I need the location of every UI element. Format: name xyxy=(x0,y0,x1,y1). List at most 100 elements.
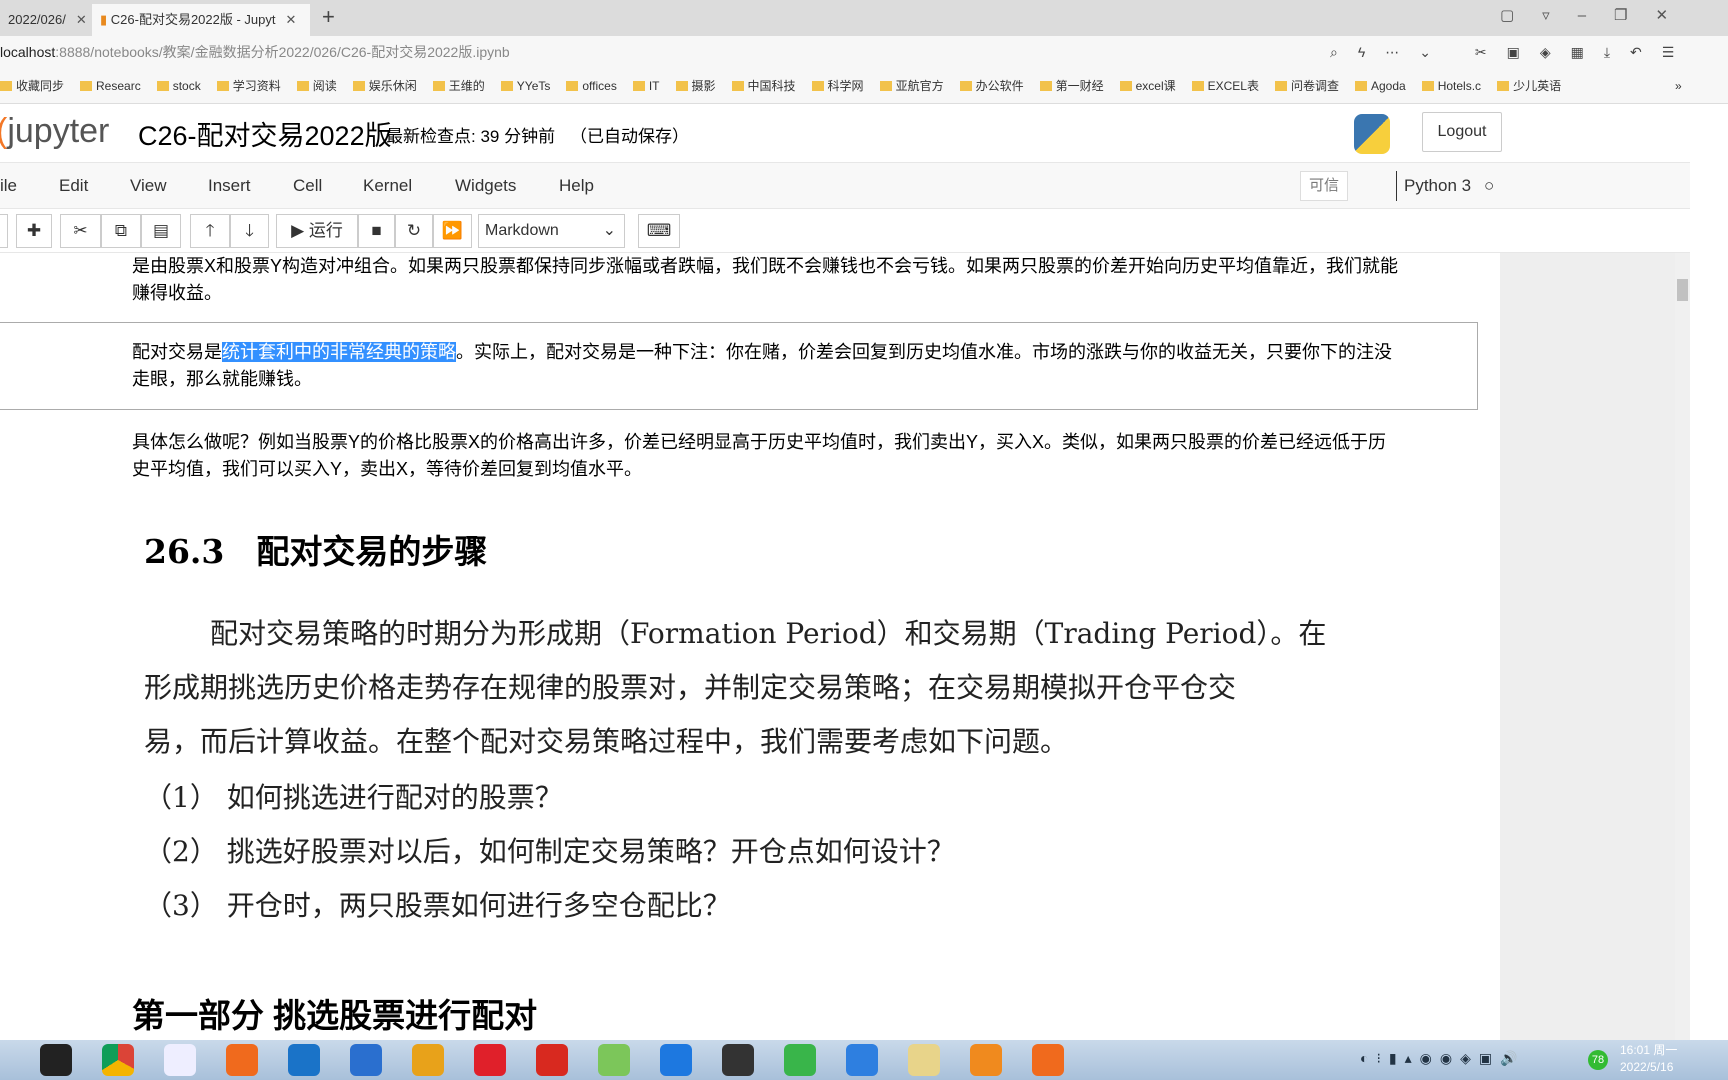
bookmark-label: 收藏同步 xyxy=(16,79,65,93)
paragraph-line: 走眼，那么就能赚钱。 xyxy=(132,369,312,389)
bookmark-item[interactable]: IT xyxy=(632,79,660,93)
menu-edit[interactable]: Edit xyxy=(59,176,88,196)
bookmark-item[interactable]: 摄影 xyxy=(675,79,716,93)
chevron-down-icon: ⌄ xyxy=(602,222,616,239)
notebook-title[interactable]: C26-配对交易2022版 xyxy=(138,114,392,153)
fast-forward-icon[interactable]: ⏩ xyxy=(433,214,472,248)
bookmark-item[interactable]: YYeTs xyxy=(500,79,550,93)
markdown-cell[interactable]: 是由股票X和股票Y构造对冲组合。如果两只股票都保持同步涨幅或者跌幅，我们既不会赚… xyxy=(132,253,1472,307)
copy-icon[interactable]: ⧉ xyxy=(101,214,141,248)
bookmark-item[interactable]: offices xyxy=(566,79,617,93)
text: 配对交易是 xyxy=(132,342,222,362)
qq-icon[interactable] xyxy=(40,1044,72,1076)
app-icon[interactable] xyxy=(226,1044,258,1076)
markdown-cell[interactable]: 具体怎么做呢？例如当股票Y的价格比股票X的价格高出许多，价差已经明显高于历史平均… xyxy=(132,429,1472,483)
netease-music-icon[interactable] xyxy=(474,1044,506,1076)
chrome-icon[interactable] xyxy=(102,1044,134,1076)
bookmark-item[interactable]: excel课 xyxy=(1119,79,1176,93)
bookmark-item[interactable]: EXCEL表 xyxy=(1191,79,1259,93)
move-up-icon[interactable]: 🡑 xyxy=(190,214,230,248)
bookmark-item[interactable]: 阅读 xyxy=(296,79,337,93)
window-controls[interactable]: ▢▿–❐✕ xyxy=(1500,6,1696,24)
question-item: （1） 如何挑选进行配对的股票？ xyxy=(144,781,563,814)
terminal-icon[interactable] xyxy=(722,1044,754,1076)
bookmark-label: 办公软件 xyxy=(975,79,1024,93)
bookmark-item[interactable]: 办公软件 xyxy=(959,79,1024,93)
move-down-icon[interactable]: 🡓 xyxy=(230,214,269,248)
cell-type-select[interactable]: Markdown ⌄ xyxy=(478,214,625,248)
bookmark-item[interactable]: 娱乐休闲 xyxy=(352,79,417,93)
folder-icon xyxy=(811,81,824,91)
logout-button[interactable]: Logout xyxy=(1422,112,1502,152)
bookmark-list: 收藏同步 Researc stock 学习资料 阅读 娱乐休闲 王维的 YYeTs office… xyxy=(0,79,1577,93)
app-icon[interactable] xyxy=(164,1044,196,1076)
bookmark-label: 学习资料 xyxy=(232,79,281,93)
bookmark-item[interactable]: 学习资料 xyxy=(216,79,281,93)
address-bar[interactable]: localhost:8888/notebooks/教案/金融数据分析2022/0… xyxy=(0,36,1728,68)
bookmark-item[interactable]: Agoda xyxy=(1355,79,1406,93)
app-icon[interactable] xyxy=(350,1044,382,1076)
browser-toolbar-icons[interactable]: ⌕ϟ⋯⌄ ✂▣◈▦⤓↶☰ xyxy=(1330,36,1694,68)
scrollbar-thumb[interactable] xyxy=(1677,279,1688,301)
menu-view[interactable]: View xyxy=(130,176,167,196)
insert-cell-button[interactable]: ✚ xyxy=(16,214,52,248)
clock[interactable]: 16:01 周一 2022/5/16 xyxy=(1620,1042,1677,1076)
bookmark-item[interactable]: 王维的 xyxy=(432,79,485,93)
bookmarks-more[interactable]: » xyxy=(1675,68,1682,103)
scrollbar[interactable] xyxy=(1675,253,1690,1040)
new-tab-button[interactable]: + xyxy=(322,4,335,30)
close-icon[interactable]: ✕ xyxy=(286,12,297,27)
bookmark-item[interactable]: 问卷调查 xyxy=(1274,79,1339,93)
bookmarks-bar: 收藏同步 Researc stock 学习资料 阅读 娱乐休闲 王维的 YYeTs office… xyxy=(0,68,1728,104)
app-icon[interactable] xyxy=(288,1044,320,1076)
markdown-cell[interactable]: 配对交易是统计套利中的非常经典的策略。实际上，配对交易是一种下注：你在赌，价差会… xyxy=(132,339,1472,393)
url-path: :8888/notebooks/教案/金融数据分析2022/026/C26-配对… xyxy=(55,44,510,60)
tray-badge[interactable]: 78 xyxy=(1588,1050,1608,1070)
part-heading: 第一部分 挑选股票进行配对 xyxy=(132,997,538,1034)
bookmark-item[interactable]: 少儿英语 xyxy=(1497,79,1561,93)
tab-active[interactable]: ▮ C26-配对交易2022版 - Jupyt ✕ xyxy=(92,4,310,36)
bookmark-label: Hotels.c xyxy=(1437,79,1482,93)
menu-cell[interactable]: Cell xyxy=(293,176,322,196)
menu-file[interactable]: ile xyxy=(0,176,17,196)
app-icon[interactable] xyxy=(598,1044,630,1076)
bookmark-item[interactable]: 收藏同步 xyxy=(0,79,64,93)
logo-text: jupyter xyxy=(7,112,110,150)
menu-kernel[interactable]: Kernel xyxy=(363,176,412,196)
bookmark-item[interactable]: 第一财经 xyxy=(1039,79,1104,93)
stop-icon[interactable]: ■ xyxy=(358,214,395,248)
system-tray-icons[interactable]: ◐⁝▮▴◉◉◈▣🔊 xyxy=(1360,1050,1526,1067)
menu-widgets[interactable]: Widgets xyxy=(455,176,516,196)
cut-icon[interactable]: ✂ xyxy=(60,214,101,248)
paragraph-line: 史平均值，我们可以买入Y，卖出X，等待价差回复到均值水平。 xyxy=(132,459,643,479)
menu-insert[interactable]: Insert xyxy=(208,176,251,196)
app-icon[interactable] xyxy=(846,1044,878,1076)
bookmark-label: 少儿英语 xyxy=(1513,79,1562,93)
app-icon[interactable] xyxy=(660,1044,692,1076)
app-icon[interactable] xyxy=(412,1044,444,1076)
paste-icon[interactable]: ▤ xyxy=(141,214,181,248)
tab-inactive[interactable]: 2022/026/ ✕ xyxy=(0,4,95,36)
wps-icon[interactable] xyxy=(536,1044,568,1076)
bookmark-item[interactable]: Hotels.c xyxy=(1421,79,1482,93)
run-button[interactable]: ▶ 运行 xyxy=(276,214,358,248)
close-icon[interactable]: ✕ xyxy=(76,12,87,27)
keyboard-icon[interactable]: ⌨ xyxy=(638,214,680,248)
restart-icon[interactable]: ↻ xyxy=(395,214,433,248)
bookmark-item[interactable]: stock xyxy=(156,79,201,93)
bookmark-item[interactable]: 中国科技 xyxy=(731,79,796,93)
video-icon[interactable] xyxy=(784,1044,816,1076)
save-button[interactable] xyxy=(0,214,8,248)
app-icon[interactable] xyxy=(1032,1044,1064,1076)
menu-help[interactable]: Help xyxy=(559,176,594,196)
bookmark-item[interactable]: 科学网 xyxy=(811,79,864,93)
jupyter-logo[interactable]: (jupyter xyxy=(0,112,109,151)
trusted-indicator[interactable]: 可信 xyxy=(1300,171,1348,201)
folder-icon xyxy=(0,81,12,91)
pdf-icon[interactable] xyxy=(970,1044,1002,1076)
folder-icon xyxy=(1355,81,1367,91)
bookmark-item[interactable]: Researc xyxy=(80,79,141,93)
bookmark-item[interactable]: 亚航官方 xyxy=(879,79,944,93)
menu-bar: ile Edit View Insert Cell Kernel Widgets… xyxy=(0,163,1690,209)
file-explorer-icon[interactable] xyxy=(908,1044,940,1076)
